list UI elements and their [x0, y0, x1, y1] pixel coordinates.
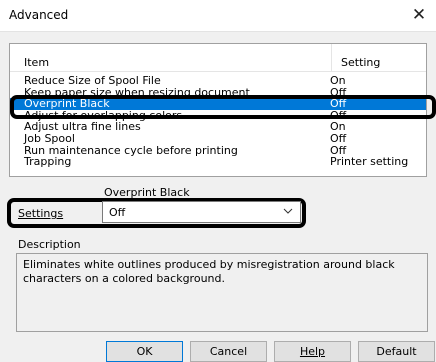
list-item[interactable]: Job Spool Off: [10, 133, 426, 145]
list-item[interactable]: Reduce Size of Spool File On: [10, 75, 426, 87]
help-button-label: Help: [299, 345, 326, 358]
column-header-item[interactable]: Item: [24, 56, 49, 69]
settings-dropdown[interactable]: Off: [102, 201, 301, 223]
list-item-name: Job Spool: [24, 131, 75, 145]
description-text: Eliminates white outlines produced by mi…: [23, 258, 395, 285]
help-button[interactable]: Help: [274, 341, 351, 362]
settings-label: Settings: [18, 207, 64, 220]
settings-dropdown-value: Off: [109, 206, 126, 219]
default-button[interactable]: Default: [358, 341, 435, 362]
ok-button[interactable]: OK: [106, 341, 183, 362]
list-item-setting: Printer setting: [330, 155, 409, 169]
list-item-setting: Off: [330, 131, 347, 145]
default-button-label: Default: [376, 345, 417, 358]
title-bar: Advanced ✕: [0, 0, 436, 32]
list-item-name: Reduce Size of Spool File: [24, 74, 161, 87]
window-title: Advanced: [9, 8, 69, 22]
list-item[interactable]: Trapping Printer setting: [10, 156, 426, 168]
description-box: Eliminates white outlines produced by mi…: [16, 253, 428, 332]
list-item-name: Trapping: [24, 155, 72, 169]
column-header-setting[interactable]: Setting: [341, 56, 380, 69]
cancel-button-label: Cancel: [209, 345, 248, 358]
chevron-down-icon[interactable]: [283, 204, 293, 221]
settings-group-title: Overprint Black: [104, 186, 190, 199]
list-item-setting: On: [330, 74, 346, 87]
close-icon[interactable]: ✕: [402, 0, 436, 32]
list-rows: Reduce Size of Spool File On Keep paper …: [10, 75, 426, 168]
list-header: Item Setting: [10, 44, 426, 72]
column-divider[interactable]: [331, 44, 332, 72]
ok-button-label: OK: [136, 345, 153, 358]
advanced-items-list[interactable]: Item Setting Reduce Size of Spool File O…: [9, 43, 427, 177]
description-label: Description: [18, 238, 81, 251]
cancel-button[interactable]: Cancel: [190, 341, 267, 362]
